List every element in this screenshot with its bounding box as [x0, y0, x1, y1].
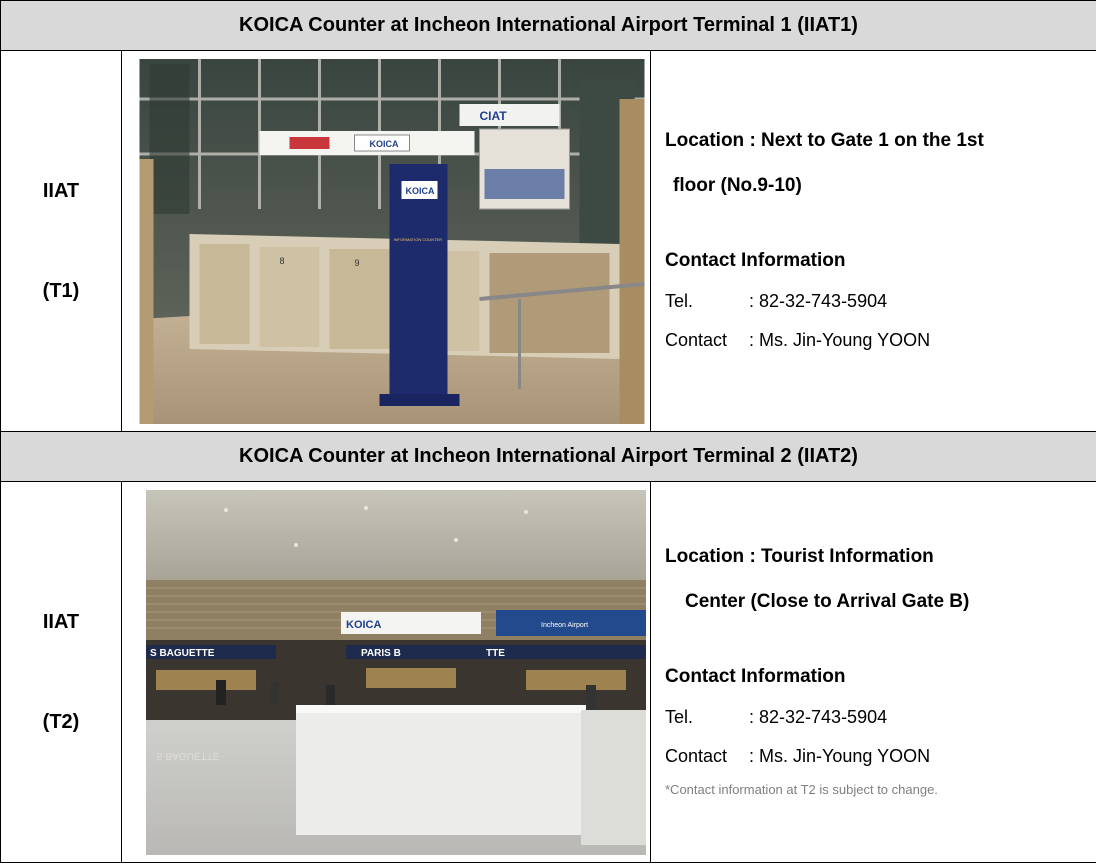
t2-shop-sign-center: PARIS B	[361, 648, 401, 659]
t2-shop-sign-center2: TTE	[486, 648, 505, 659]
tel-value: : 82-32-743-5904	[749, 706, 888, 727]
info-cell-t2: Location : Tourist Information Center (C…	[649, 481, 1096, 863]
koica-counter-table: KOICA Counter at Incheon International A…	[0, 0, 1096, 863]
contact-row: Contact : Ms. Jin-Young YOON	[665, 330, 1096, 352]
location-line: Location : Tourist Information	[665, 546, 934, 568]
terminal-label-t2: IIAT (T2)	[0, 481, 122, 863]
contact-key: Contact	[665, 330, 728, 351]
label-line2: (T1)	[42, 280, 80, 302]
label-line1: IIAT	[42, 611, 80, 633]
contact-heading: Contact Information	[665, 666, 846, 687]
label-line2: (T2)	[42, 711, 80, 733]
contact-heading: Contact Information	[665, 249, 846, 271]
t1-counter-photo: KOICA CIAT 8 9 10 KOICA IN	[139, 58, 645, 424]
location-line: Location : Next to Gate 1 on the 1st	[665, 130, 984, 152]
section-title: KOICA Counter at Incheon International A…	[239, 14, 858, 36]
tel-row: Tel. : 82-32-743-5904	[665, 707, 1096, 729]
info-cell-t1: Location : Next to Gate 1 on the 1st flo…	[649, 50, 1096, 432]
t2-floor-reflection: S BAGUETTE	[156, 750, 220, 761]
section-header-t2: KOICA Counter at Incheon International A…	[0, 431, 1096, 482]
t1-counter-logo: KOICA	[370, 139, 400, 149]
t1-sign-banner: CIAT	[480, 109, 508, 123]
change-note: *Contact information at T2 is subject to…	[665, 781, 938, 797]
tel-row: Tel. : 82-32-743-5904	[665, 291, 1096, 313]
t2-koica-sign: KOICA	[346, 619, 382, 631]
tel-key: Tel.	[665, 706, 694, 727]
t2-counter-photo: S BAGUETTE PARIS B TTE KOICA Incheon Air…	[146, 489, 646, 855]
contact-key: Contact	[665, 746, 728, 767]
tel-value: : 82-32-743-5904	[749, 290, 888, 311]
t1-counter-number: 8	[280, 256, 285, 266]
section-header-t1: KOICA Counter at Incheon International A…	[0, 0, 1096, 51]
t1-counter-number: 9	[355, 258, 360, 268]
photo-cell-t1: KOICA CIAT 8 9 10 KOICA IN	[121, 50, 651, 432]
t2-shop-sign-left: S BAGUETTE	[150, 648, 215, 659]
t1-brand-logo: KOICA	[406, 186, 436, 196]
location-line: Center (Close to Arrival Gate B)	[685, 591, 970, 613]
section-title: KOICA Counter at Incheon International A…	[239, 445, 858, 467]
contact-row: Contact : Ms. Jin-Young YOON	[665, 746, 1096, 768]
terminal-label-t1: IIAT (T1)	[0, 50, 122, 432]
tel-key: Tel.	[665, 290, 694, 311]
label-line1: IIAT	[42, 180, 80, 202]
location-line: floor (No.9-10)	[673, 175, 802, 196]
t1-stand-text: INFORMATION COUNTER	[394, 237, 443, 242]
contact-value: : Ms. Jin-Young YOON	[749, 330, 931, 351]
contact-value: : Ms. Jin-Young YOON	[749, 746, 931, 767]
t2-airport-sign: Incheon Airport	[541, 622, 588, 629]
photo-cell-t2: S BAGUETTE PARIS B TTE KOICA Incheon Air…	[121, 481, 651, 863]
